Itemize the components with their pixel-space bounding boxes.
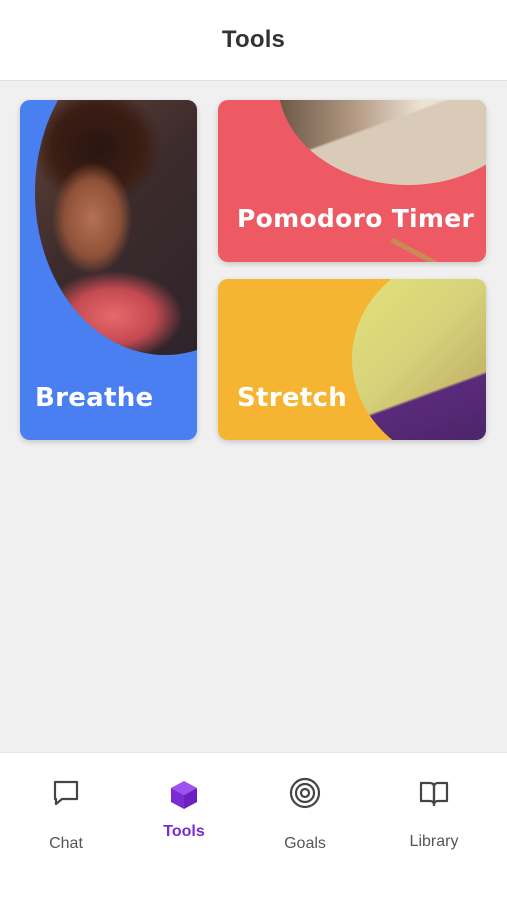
cube-icon — [171, 781, 197, 809]
book-icon — [419, 781, 449, 807]
nav-item-goals[interactable]: Goals — [255, 777, 355, 857]
nav-item-tools[interactable]: Tools — [134, 779, 234, 859]
bottom-navigation: Chat Tools Goals Library — [0, 752, 507, 901]
breathe-photo — [35, 100, 197, 355]
chat-bubble-icon — [53, 780, 79, 806]
page-title: Tools — [221, 26, 286, 53]
pomodoro-photo — [278, 100, 486, 185]
breathe-label: Breathe — [35, 383, 154, 413]
pomodoro-timer-label: Pomodoro Timer — [237, 204, 475, 233]
nav-label-tools: Tools — [163, 823, 205, 840]
nav-label-goals: Goals — [284, 835, 326, 852]
pencil-decoration — [390, 237, 448, 262]
breathe-card[interactable]: Breathe — [20, 100, 197, 440]
target-icon — [289, 777, 321, 809]
nav-label-chat: Chat — [49, 835, 83, 852]
stretch-photo — [352, 279, 486, 440]
stretch-card[interactable]: Stretch — [218, 279, 486, 440]
pomodoro-timer-card[interactable]: Pomodoro Timer — [218, 100, 486, 262]
nav-label-library: Library — [409, 833, 459, 850]
nav-item-library[interactable]: Library — [384, 777, 484, 857]
top-header: Tools — [0, 0, 507, 81]
nav-item-chat[interactable]: Chat — [16, 777, 116, 857]
stretch-label: Stretch — [237, 383, 348, 413]
